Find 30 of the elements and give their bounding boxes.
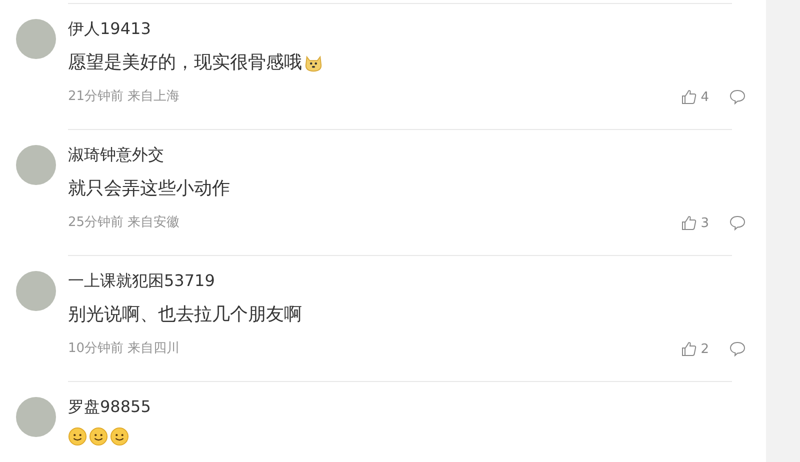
user-name[interactable]: 罗盘98855 [68, 395, 746, 419]
comment-button[interactable] [729, 341, 746, 357]
comment-text: 就只会弄这些小动作 [68, 177, 230, 201]
avatar-photo-placeholder[interactable] [16, 397, 56, 437]
user-name[interactable]: 一上课就犯困53719 [68, 269, 746, 293]
like-button[interactable]: 3 [680, 215, 709, 231]
user-name[interactable]: 伊人19413 [68, 17, 746, 41]
dog-emoji-icon [304, 54, 323, 72]
avatar-photo-placeholder[interactable] [16, 19, 56, 59]
comment-button[interactable] [729, 89, 746, 105]
smiley-emoji-icon [89, 427, 108, 446]
avatar-photo-placeholder[interactable] [16, 271, 56, 311]
comment-meta: 10分钟前 来自四川 [68, 340, 181, 358]
comment-text: 愿望是美好的，现实很骨感哦 [68, 51, 302, 75]
comment-meta: 25分钟前 来自安徽 [68, 214, 181, 232]
thumbs-up-icon [680, 89, 697, 105]
smiley-emoji-icon [110, 427, 129, 446]
like-button[interactable]: 4 [680, 89, 709, 105]
smiley-emoji-icon [68, 427, 87, 446]
like-button[interactable]: 2 [680, 341, 709, 357]
comment-button[interactable] [729, 215, 746, 231]
comment-text: 别光说啊、也去拉几个朋友啊 [68, 303, 302, 327]
speech-bubble-icon [729, 215, 746, 231]
user-name[interactable]: 淑琦钟意外交 [68, 143, 746, 167]
thumbs-up-icon [680, 341, 697, 357]
thumbs-up-icon [680, 215, 697, 231]
comment-meta: 21分钟前 来自上海 [68, 88, 181, 106]
speech-bubble-icon [729, 89, 746, 105]
speech-bubble-icon [729, 341, 746, 357]
avatar-photo-placeholder[interactable] [16, 145, 56, 185]
